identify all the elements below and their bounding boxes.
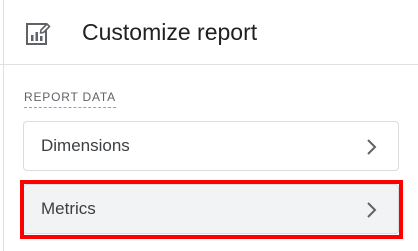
dimensions-label: Dimensions (41, 136, 130, 155)
customize-report-panel: Customize report REPORT DATA Dimensions … (0, 0, 418, 251)
chevron-right-icon (364, 138, 380, 156)
dimensions-row[interactable]: Dimensions (23, 121, 399, 171)
panel-header: Customize report (0, 0, 418, 65)
chevron-right-icon (364, 201, 380, 219)
metrics-row[interactable]: Metrics (23, 184, 399, 234)
page-title: Customize report (82, 19, 258, 45)
report-chart-edit-icon (25, 21, 51, 47)
section-label-report-data: REPORT DATA (24, 89, 116, 108)
metrics-label: Metrics (41, 199, 96, 218)
